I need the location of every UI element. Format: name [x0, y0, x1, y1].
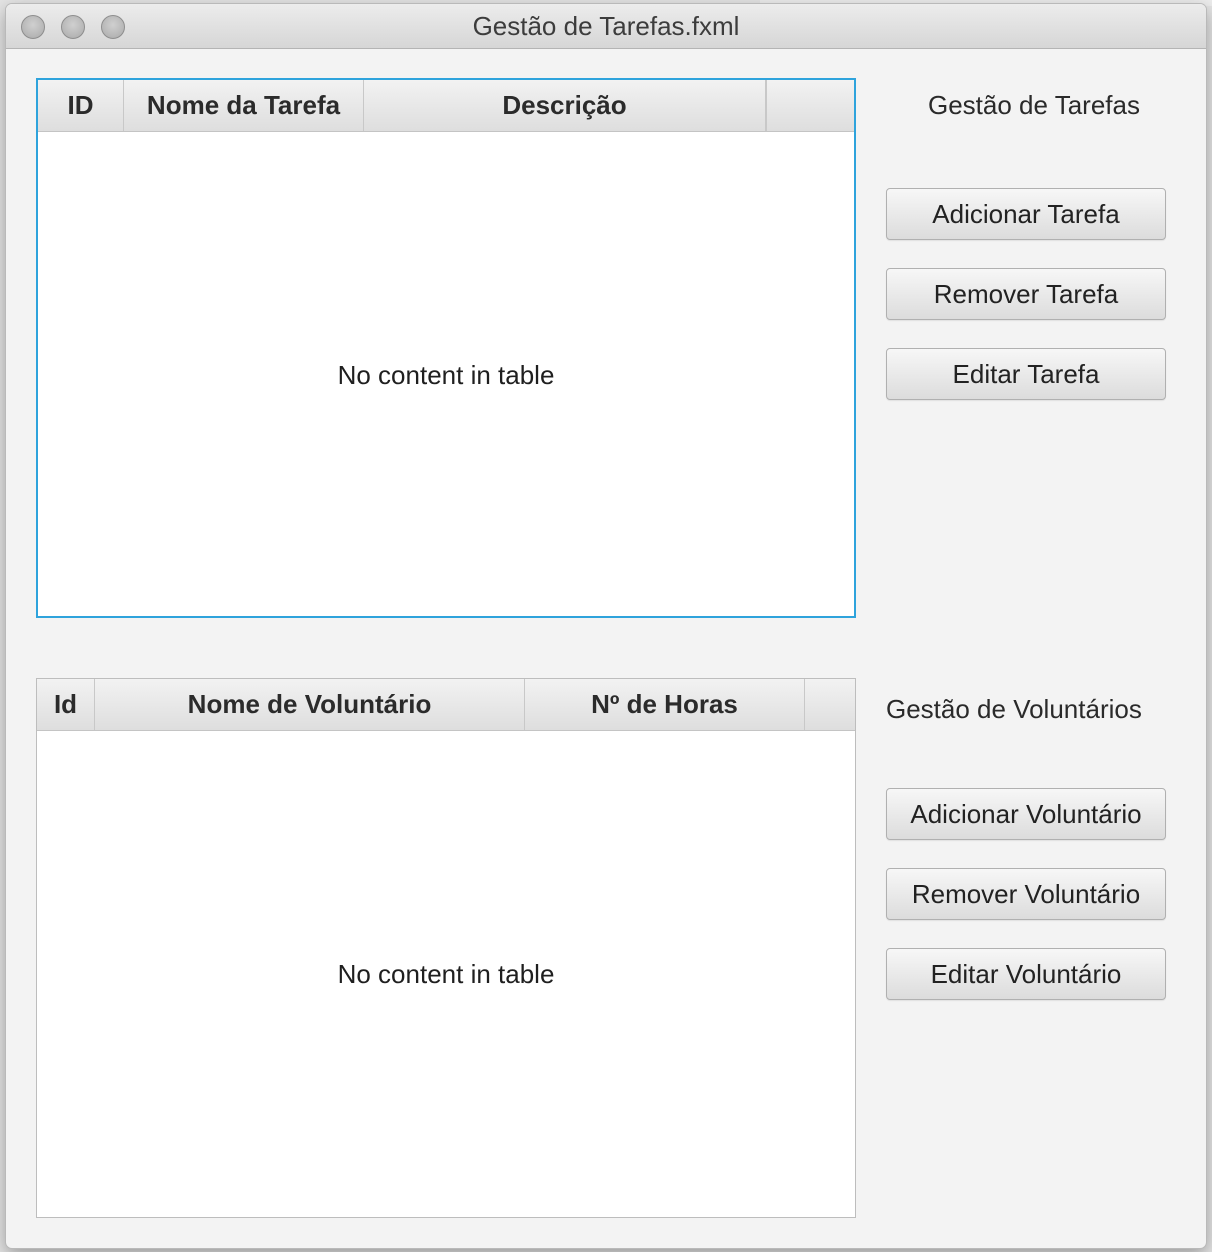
- add-task-button[interactable]: Adicionar Tarefa: [886, 188, 1166, 240]
- add-volunteer-button[interactable]: Adicionar Voluntário: [886, 788, 1166, 840]
- column-header-hours[interactable]: Nº de Horas: [525, 679, 805, 730]
- remove-task-button[interactable]: Remover Tarefa: [886, 268, 1166, 320]
- volunteers-empty-placeholder: No content in table: [337, 959, 555, 989]
- tasks-table-header: ID Nome da Tarefa Descrição: [38, 80, 854, 132]
- column-header-task-name[interactable]: Nome da Tarefa: [124, 80, 364, 131]
- column-header-filler: [805, 679, 855, 730]
- remove-volunteer-button[interactable]: Remover Voluntário: [886, 868, 1166, 920]
- column-header-id[interactable]: ID: [38, 80, 124, 131]
- edit-task-button[interactable]: Editar Tarefa: [886, 348, 1166, 400]
- title-bar[interactable]: Gestão de Tarefas.fxml: [6, 4, 1206, 49]
- volunteers-table-header: Id Nome de Voluntário Nº de Horas: [37, 679, 855, 731]
- app-window: Gestão de Tarefas.fxml ID Nome da Tarefa…: [6, 4, 1206, 1248]
- volunteers-section-label: Gestão de Voluntários: [886, 694, 1142, 724]
- volunteers-table[interactable]: Id Nome de Voluntário Nº de Horas No con…: [36, 678, 856, 1218]
- window-title: Gestão de Tarefas.fxml: [472, 11, 740, 41]
- tasks-table[interactable]: ID Nome da Tarefa Descrição No content i…: [36, 78, 856, 618]
- tasks-empty-placeholder: No content in table: [337, 360, 555, 390]
- column-header-filler: [766, 80, 854, 131]
- column-header-id[interactable]: Id: [37, 679, 95, 730]
- column-header-description[interactable]: Descrição: [364, 80, 766, 131]
- tasks-section-label: Gestão de Tarefas: [928, 90, 1140, 120]
- column-header-volunteer-name[interactable]: Nome de Voluntário: [95, 679, 525, 730]
- edit-volunteer-button[interactable]: Editar Voluntário: [886, 948, 1166, 1000]
